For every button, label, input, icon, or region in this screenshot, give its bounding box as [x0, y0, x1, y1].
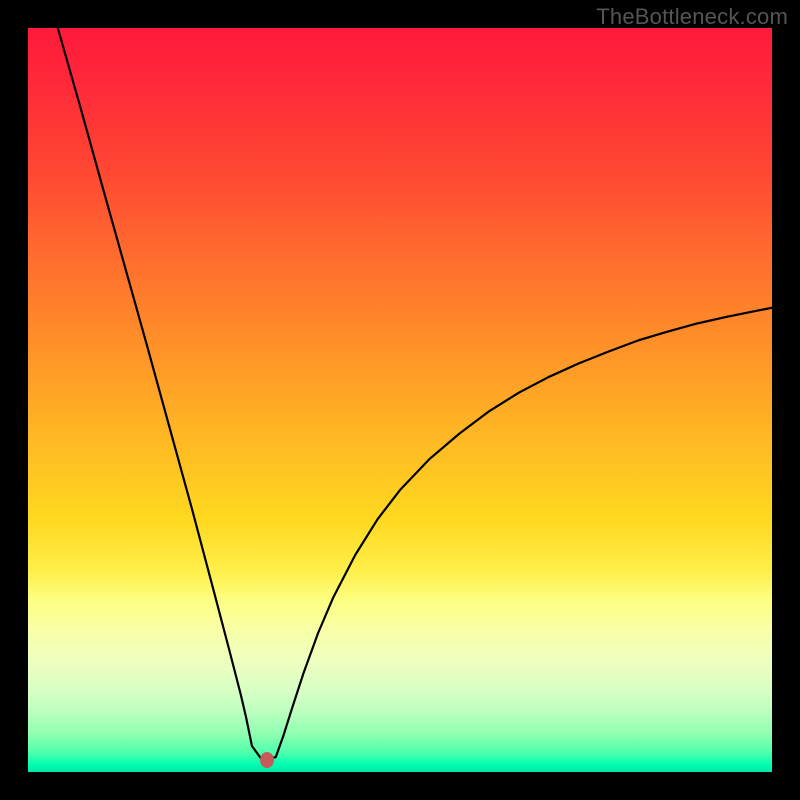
- watermark-text: TheBottleneck.com: [596, 4, 788, 30]
- chart-plot-area: [28, 28, 772, 772]
- chart-svg: [28, 28, 772, 772]
- curve-line: [58, 28, 772, 759]
- data-point-marker: [260, 752, 274, 768]
